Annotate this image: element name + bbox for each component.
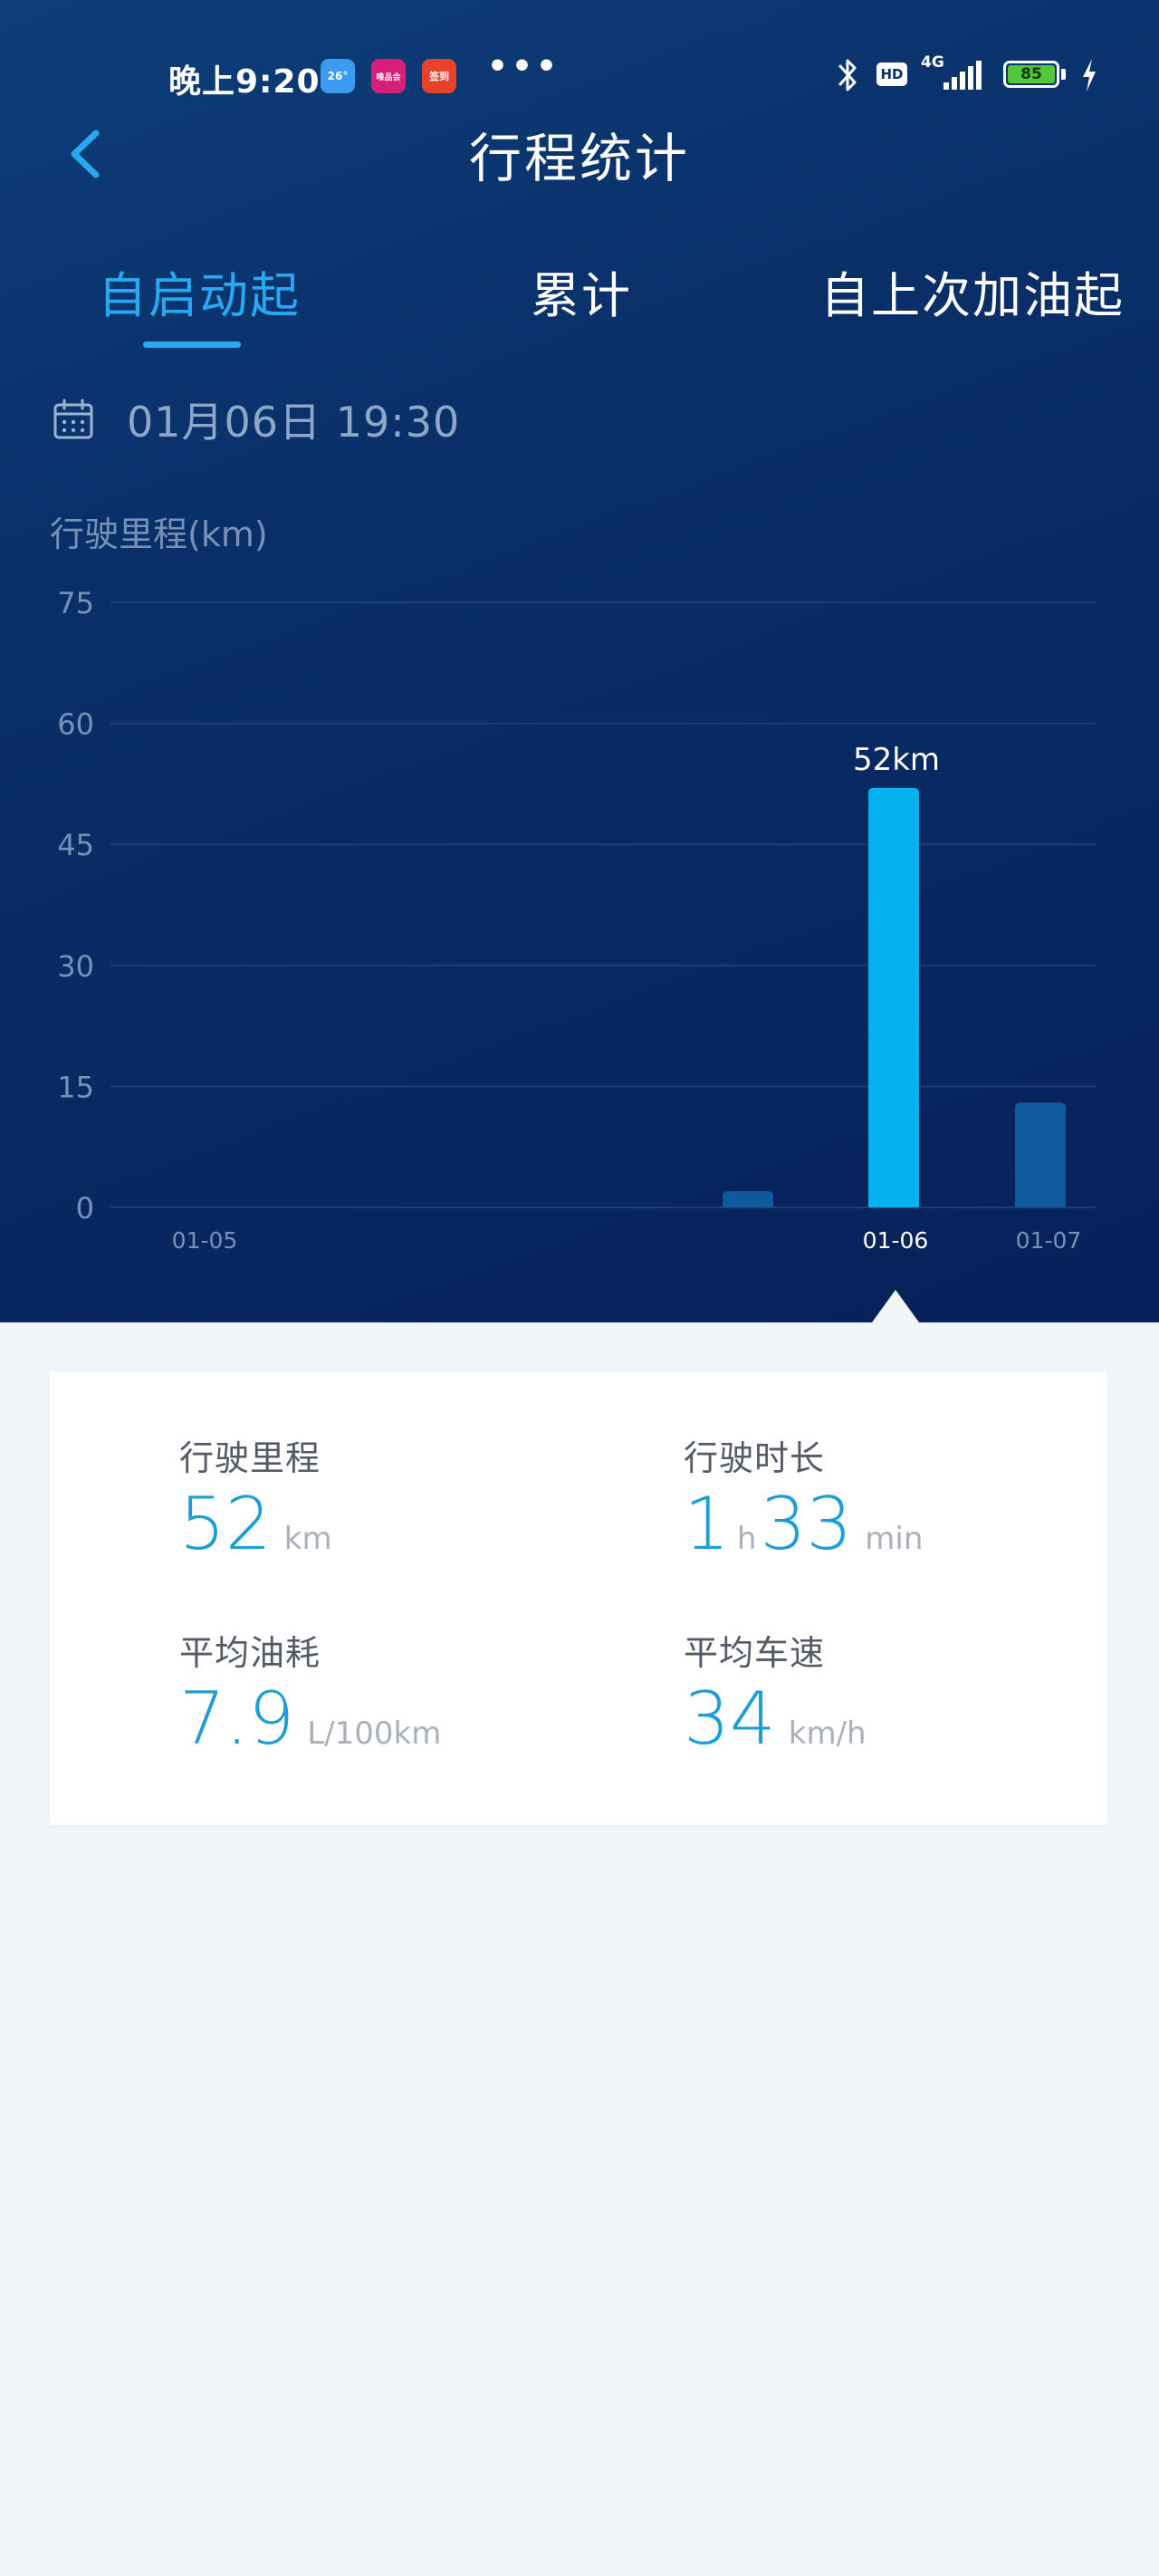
chart-x-tick-label: 01-06: [863, 1227, 929, 1254]
stat-duration-label: 行驶时长: [684, 1438, 826, 1478]
selected-bar-pointer: [872, 1290, 919, 1322]
chart-bar[interactable]: [1015, 1102, 1066, 1207]
vip-shop-icon: 唯品会: [371, 59, 406, 93]
chart-bar-base: [868, 1202, 919, 1207]
trip-stats-card: 行驶里程 52 km 行驶时长 1 h33 min 平均油耗 7.9 L/100km 平…: [50, 1372, 1107, 1825]
network-type: 4G: [921, 53, 944, 72]
charging-icon: [1083, 59, 1096, 91]
chart-y-tick-label: 60: [57, 707, 94, 742]
stat-fuel-value: 7.9: [179, 1677, 295, 1761]
stat-mileage-label: 行驶里程: [179, 1438, 321, 1478]
page-title: 行程统计: [468, 128, 690, 189]
chart-y-tick-label: 15: [57, 1070, 94, 1104]
stat-duration-minutes: 33: [760, 1482, 853, 1566]
stat-duration-minutes-unit: min: [865, 1521, 924, 1557]
chart-bar[interactable]: [868, 787, 919, 1207]
battery-icon: 85: [1003, 61, 1059, 88]
stat-fuel-unit: L/100km: [307, 1716, 442, 1752]
active-tab-indicator: [143, 341, 241, 348]
chart-x-tick-label: 01-07: [1016, 1227, 1082, 1254]
stat-mileage: 行驶里程 52 km: [179, 1436, 332, 1562]
chart-x-tick-label: 01-05: [172, 1227, 238, 1254]
chart-bar-base: [1015, 1202, 1066, 1207]
stat-speed-label: 平均车速: [684, 1633, 826, 1673]
stat-speed-unit: km/h: [788, 1716, 867, 1752]
stat-mileage-value: 52: [179, 1482, 272, 1566]
stat-duration-hours: 1: [684, 1482, 730, 1566]
hd-voice-icon: HD: [876, 62, 907, 86]
tab-cumulative[interactable]: 累计: [531, 264, 632, 328]
chart-y-tick-label: 0: [76, 1191, 94, 1226]
bluetooth-icon: [838, 59, 857, 91]
stat-fuel: 平均油耗 7.9 L/100km: [179, 1630, 441, 1757]
stat-speed: 平均车速 34 km/h: [684, 1630, 867, 1757]
more-notifications-icon: •••: [487, 48, 561, 85]
status-time: 晚上9:20: [168, 63, 321, 101]
chart-y-tick-label: 45: [57, 828, 94, 862]
chart-y-axis-label: 行驶里程(km): [50, 514, 268, 554]
selected-date[interactable]: 01月06日 19:30: [127, 397, 460, 447]
status-bar: 晚上9:20 26° 唯品会 签到 ••• HD 4G 85: [0, 48, 1159, 104]
tab-since-start[interactable]: 自启动起: [98, 264, 301, 328]
stat-duration-hours-unit: h: [736, 1521, 757, 1557]
stat-mileage-unit: km: [283, 1521, 332, 1557]
mileage-bar-chart[interactable]: 0 15 30 45 60 75 52km 01-05 01-06 01-07: [0, 562, 1159, 1286]
battery-level: 85: [1008, 65, 1055, 83]
chart-y-tick-label: 30: [57, 949, 94, 984]
stat-speed-value: 34: [684, 1677, 776, 1761]
stat-duration: 行驶时长 1 h33 min: [684, 1436, 923, 1562]
weather-icon: 26°: [321, 59, 355, 93]
chart-bar-data-label: 52km: [853, 742, 940, 778]
promo-app-icon: 签到: [422, 59, 456, 93]
stat-fuel-label: 平均油耗: [179, 1633, 321, 1673]
chart-y-tick-label: 75: [57, 586, 94, 620]
signal-icon: [943, 61, 982, 90]
battery-tip: [1061, 69, 1066, 80]
calendar-icon[interactable]: [53, 399, 94, 440]
chart-bar-base: [723, 1202, 773, 1207]
tab-since-refuel[interactable]: 自上次加油起: [820, 264, 1125, 328]
